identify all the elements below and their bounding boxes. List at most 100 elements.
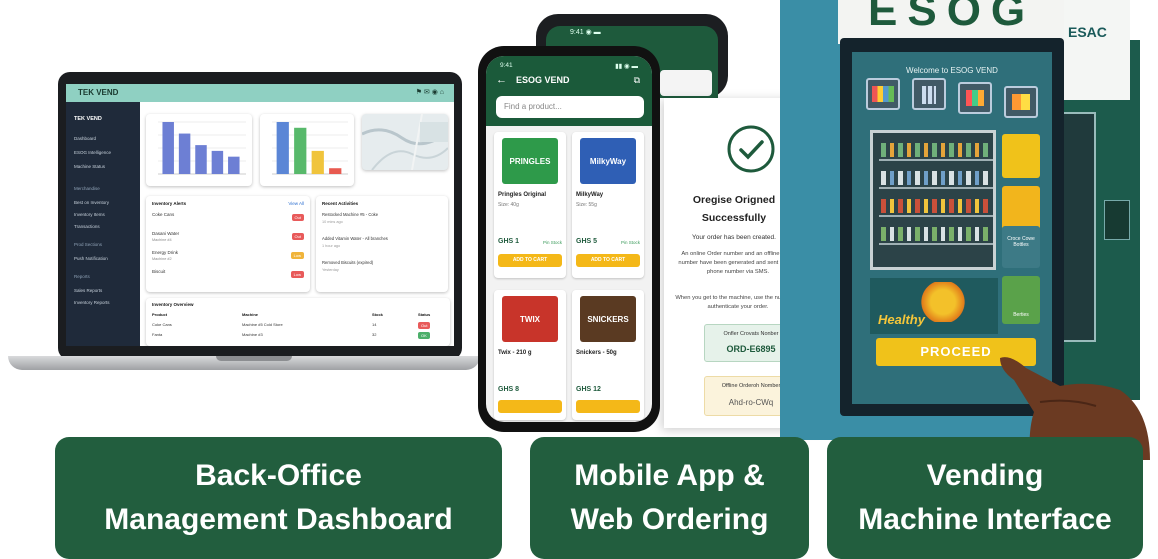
product-name: Snickers - 50g — [576, 350, 617, 356]
banner-mobile-line2: Web Ordering — [570, 503, 769, 536]
overview-header: Machine — [242, 312, 259, 317]
map-card[interactable] — [362, 114, 448, 170]
product-card[interactable]: MilkyWay MilkyWay Size: 55g GHS 5 Pin Stock A… — [572, 132, 644, 278]
sidebar-item-intelligence[interactable]: ESOG Intelligence — [74, 150, 111, 155]
activity-text: Removed Biscuits (expired) — [322, 260, 374, 265]
activity-time: 10 mins ago — [322, 220, 343, 224]
alert-row-name[interactable]: Dasani Water — [152, 231, 179, 236]
side-machine-header: ESAC — [1062, 0, 1130, 100]
add-to-cart-button[interactable]: ADD TO CART — [576, 254, 640, 267]
recent-activities-card: Recent Activities Restocked Machine #5 -… — [316, 196, 448, 292]
chart-card-sales — [146, 114, 252, 186]
check-circle-icon — [727, 125, 775, 173]
category-bar-chart — [272, 121, 348, 175]
product-price: GHS 12 — [576, 386, 601, 393]
product-name: MilkyWay — [576, 192, 604, 198]
alert-row-name[interactable]: Energy Drink — [152, 250, 178, 255]
banner-dashboard-line2: Management Dashboard — [104, 503, 453, 536]
chart-bar[interactable] — [162, 122, 174, 174]
kiosk-side-product-1[interactable] — [1002, 134, 1040, 178]
kiosk-promo-banner[interactable]: Healthy — [870, 278, 998, 334]
banner-mobile-line1: Mobile App & — [574, 459, 765, 492]
overview-cell: Machine #3 — [242, 332, 263, 337]
mobile-status-icons: ▮▮ ◉ ▬ — [615, 63, 638, 70]
alert-row-name[interactable]: Coke Cans — [152, 212, 174, 217]
kiosk-promo-text: Healthy — [878, 312, 925, 327]
sidebar-item-best-inventory[interactable]: Best on Inventory — [74, 200, 109, 205]
inventory-alerts-card: Inventory Alerts View All Coke Cans Out Da… — [146, 196, 310, 292]
alert-row-sub: Machine #2 — [152, 257, 172, 261]
chart-bar[interactable] — [195, 145, 207, 174]
mobile-title: ESOG VEND — [516, 75, 570, 85]
add-to-cart-button[interactable] — [576, 400, 640, 413]
back-phone-card — [660, 70, 712, 96]
product-card[interactable]: SNICKERS Snickers - 50g GHS 12 — [572, 290, 644, 420]
chart-bar[interactable] — [294, 127, 307, 174]
chart-bar[interactable] — [276, 122, 289, 174]
product-price: GHS 8 — [498, 386, 520, 393]
product-image: MilkyWay — [580, 138, 636, 184]
chart-bar[interactable] — [228, 156, 240, 174]
overview-cell: 14 — [372, 322, 377, 327]
kiosk-side-label-card[interactable]: Croce Cowe Bottles — [1002, 226, 1040, 268]
overview-title: Inventory Overview — [152, 302, 194, 307]
banner-kiosk-line2: Machine Interface — [858, 503, 1112, 536]
chart-bar[interactable] — [329, 168, 342, 174]
sidebar-item-dashboard[interactable]: Dashboard — [74, 136, 96, 141]
sidebar-item-inventory-items[interactable]: Inventory Items — [74, 212, 105, 217]
product-card[interactable]: PRINGLES Pringles Original Size: 40g GHS 1 P… — [494, 132, 566, 278]
cart-icon[interactable]: ⧉ — [634, 75, 640, 86]
product-image: TWIX — [502, 296, 558, 342]
product-price: GHS 1 — [498, 238, 520, 245]
add-to-cart-button[interactable] — [498, 400, 562, 413]
side-brand-text: ESAC — [1068, 24, 1107, 40]
kiosk-category-drinks[interactable] — [866, 78, 900, 110]
sidebar-heading-prod: Prod Sections — [74, 242, 103, 247]
kiosk-side-product-3[interactable]: Berties — [1002, 276, 1040, 324]
side-machine-keypad — [1104, 200, 1130, 240]
chart-bar[interactable] — [178, 133, 191, 174]
sidebar-item-push[interactable]: Push Notification — [74, 256, 108, 261]
kiosk-side-product-2[interactable] — [1002, 186, 1040, 230]
stock-badge: Pin Stock — [542, 240, 562, 245]
kiosk-category-snacks[interactable] — [958, 82, 992, 114]
add-to-cart-button[interactable]: ADD TO CART — [498, 254, 562, 267]
shelf-products — [881, 227, 989, 241]
dashboard-brand: TEK VEND — [78, 88, 119, 97]
sidebar-item-sales-reports[interactable]: Sales Reports — [74, 288, 102, 293]
product-search-input[interactable]: Find a product... — [496, 96, 644, 118]
inventory-overview-card: Inventory Overview Product Machine Stock St… — [146, 298, 450, 346]
stock-badge: Pin Stock — [620, 240, 640, 245]
back-arrow-icon[interactable]: ← — [496, 74, 507, 86]
kiosk-brand: ESOG — [868, 0, 1036, 35]
overview-cell: OK — [418, 332, 430, 339]
product-card[interactable]: TWIX Twix - 210 g GHS 8 — [494, 290, 566, 420]
sidebar-item-transactions[interactable]: Transactions — [74, 224, 100, 229]
product-image: PRINGLES — [502, 138, 558, 184]
alert-status-badge: Out — [291, 214, 304, 221]
overview-cell: Out — [418, 322, 431, 329]
chart-bar[interactable] — [311, 150, 324, 174]
sidebar-heading-reports: Reports — [74, 274, 90, 279]
chart-card-category — [260, 114, 354, 186]
activity-time: Yesterday — [322, 268, 339, 272]
overview-header: Stock — [372, 312, 383, 317]
product-size: Size: 55g — [576, 202, 597, 208]
mobile-status-time: 9:41 — [500, 62, 513, 69]
sidebar-item-inventory-reports[interactable]: Inventory Reports — [74, 300, 110, 305]
alerts-view-all-link[interactable]: View All — [288, 201, 304, 206]
kiosk-category-juice[interactable] — [1004, 86, 1038, 118]
sidebar-item-machine-status[interactable]: Machine Status — [74, 164, 105, 169]
shelf — [879, 159, 993, 161]
banner-dashboard: Back-Office Management Dashboard — [55, 437, 502, 559]
alert-status-badge: Low — [290, 252, 304, 259]
kiosk-category-water[interactable] — [912, 78, 946, 110]
kiosk-side-label-2: Berties — [1013, 312, 1029, 318]
kiosk-product-cabinet — [870, 130, 996, 270]
alert-status-badge: Low — [290, 271, 304, 278]
chart-bar[interactable] — [211, 150, 224, 174]
alert-row-name[interactable]: Biscuit — [152, 269, 165, 274]
topbar-icons[interactable]: ⚑ ✉ ◉ ⌂ — [416, 88, 444, 96]
shelf — [879, 215, 993, 217]
dashboard-sidebar: TEK VEND Dashboard ESOG Intelligence Mac… — [66, 102, 140, 346]
